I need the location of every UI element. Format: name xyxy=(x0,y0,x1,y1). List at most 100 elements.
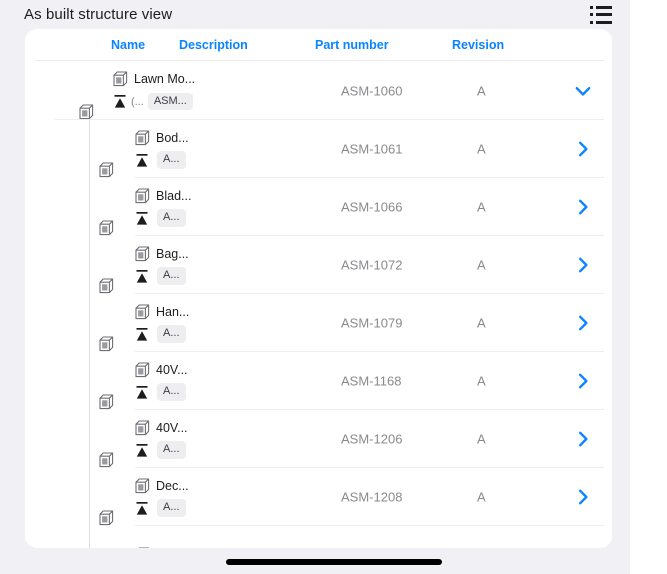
name-line: Blad... xyxy=(135,187,191,205)
meta-line: A... xyxy=(135,441,188,460)
list-bullet-dot xyxy=(590,5,593,9)
meta-line: A... xyxy=(135,267,189,286)
meta-line: A... xyxy=(135,325,189,344)
maturity-triangle-icon xyxy=(113,94,127,109)
cube-icon xyxy=(135,245,150,262)
chevron-right-icon[interactable] xyxy=(574,256,592,274)
cube-icon xyxy=(135,187,150,204)
parent-cube-icon xyxy=(99,336,114,352)
tree-guide-line xyxy=(89,236,90,294)
row-revision: A xyxy=(477,489,486,505)
chevron-right-icon[interactable] xyxy=(574,140,592,158)
row-revision: A xyxy=(477,257,486,273)
name-line: Han... xyxy=(135,303,189,321)
chevron-right-icon[interactable] xyxy=(574,430,592,448)
name-cell: 40V... A... xyxy=(135,352,188,410)
maturity-triangle-icon xyxy=(135,385,149,400)
tree-guide-line xyxy=(89,468,90,526)
row-chip[interactable]: A... xyxy=(157,383,186,401)
name-line: Bag... xyxy=(135,245,189,263)
page-header: As built structure view xyxy=(0,0,630,29)
cube-icon xyxy=(135,477,150,494)
parent-cube-icon xyxy=(99,510,114,526)
table-row[interactable]: Bag... A... ASM-1072 A xyxy=(25,236,612,294)
table-row[interactable]: BLD... xyxy=(25,526,612,548)
list-bullet-dot xyxy=(590,13,593,16)
name-cell: Han... A... xyxy=(135,294,189,352)
parent-cube-icon xyxy=(79,104,94,120)
row-part-number: ASM-1208 xyxy=(341,489,403,505)
row-chip[interactable]: A... xyxy=(157,209,186,227)
list-bullet-bar xyxy=(596,20,612,24)
row-revision: A xyxy=(477,373,486,389)
row-meta: (... xyxy=(131,95,144,108)
meta-line: A... xyxy=(135,383,188,402)
meta-line: (... ASM... xyxy=(113,92,195,111)
chevron-down-icon[interactable] xyxy=(574,82,592,100)
column-header-part-number[interactable]: Part number xyxy=(315,38,389,52)
name-cell: Dec... A... xyxy=(135,468,189,526)
name-cell: BLD... xyxy=(135,526,191,548)
row-name: Han... xyxy=(156,304,190,319)
table-row[interactable]: 40V... A... ASM-1168 A xyxy=(25,352,612,410)
column-header-name[interactable]: Name xyxy=(111,38,145,52)
row-name: Lawn Mo... xyxy=(134,72,196,86)
cube-icon xyxy=(135,129,150,146)
column-header-description[interactable]: Description xyxy=(179,38,248,52)
maturity-triangle-icon xyxy=(135,501,149,516)
row-name: Blad... xyxy=(156,188,192,203)
chevron-right-icon[interactable] xyxy=(574,372,592,390)
name-line: Bod... xyxy=(135,129,189,147)
cube-icon xyxy=(135,361,150,378)
parent-cube-icon xyxy=(99,162,114,178)
row-revision: A xyxy=(477,315,486,331)
list-bullet-bar xyxy=(596,5,612,9)
meta-line: A... xyxy=(135,151,189,170)
row-part-number: ASM-1079 xyxy=(341,315,403,331)
table-row[interactable]: 40V... A... ASM-1206 A xyxy=(25,410,612,468)
row-name: Bod... xyxy=(156,130,189,145)
row-chip[interactable]: A... xyxy=(157,441,186,459)
row-chip[interactable]: A... xyxy=(157,151,186,169)
row-chip[interactable]: A... xyxy=(157,499,186,517)
chevron-right-icon[interactable] xyxy=(574,314,592,332)
name-line: BLD... xyxy=(135,546,191,548)
table-row[interactable]: Dec... A... ASM-1208 A xyxy=(25,468,612,526)
list-bullet-bar xyxy=(596,13,612,16)
chevron-right-icon[interactable] xyxy=(574,198,592,216)
structure-table-card: Name Description Part number Revision La… xyxy=(25,29,612,548)
cube-icon xyxy=(135,303,150,320)
app-screen: As built structure view Name Description… xyxy=(0,0,667,574)
row-chip[interactable]: A... xyxy=(157,267,186,285)
row-part-number: ASM-1061 xyxy=(341,141,403,157)
table-row[interactable]: Bod... A... ASM-1061 A xyxy=(25,120,612,178)
list-row xyxy=(590,5,612,9)
chevron-right-icon[interactable] xyxy=(574,488,592,506)
maturity-triangle-icon xyxy=(135,211,149,226)
name-line: 40V... xyxy=(135,361,188,379)
row-name: 40V... xyxy=(156,362,188,377)
row-revision: A xyxy=(477,431,486,447)
row-name: 40V... xyxy=(156,420,188,435)
row-chip[interactable]: A... xyxy=(157,325,186,343)
row-name: Bag... xyxy=(156,246,189,261)
table-header-row: Name Description Part number Revision xyxy=(25,29,612,61)
tree-guide-line xyxy=(89,178,90,236)
table-row[interactable]: Han... A... ASM-1079 A xyxy=(25,294,612,352)
meta-line: A... xyxy=(135,499,189,518)
row-revision: A xyxy=(477,199,486,215)
structure-row-list[interactable]: Lawn Mo... (... ASM... ASM-1060 A Bod... A... A… xyxy=(25,61,612,548)
row-part-number: ASM-1072 xyxy=(341,257,403,273)
row-part-number: ASM-1168 xyxy=(341,373,402,389)
page-title: As built structure view xyxy=(24,6,173,23)
parent-cube-icon xyxy=(99,394,114,410)
list-bullet-icon[interactable] xyxy=(590,5,612,24)
column-header-revision[interactable]: Revision xyxy=(452,38,504,52)
tree-guide-line xyxy=(89,294,90,352)
row-chip[interactable]: ASM... xyxy=(147,92,193,111)
tree-guide-line xyxy=(89,526,90,548)
table-row[interactable]: Blad... A... ASM-1066 A xyxy=(25,178,612,236)
tree-guide-line xyxy=(89,410,90,468)
table-row[interactable]: Lawn Mo... (... ASM... ASM-1060 A xyxy=(25,61,612,120)
cube-icon xyxy=(113,71,128,87)
